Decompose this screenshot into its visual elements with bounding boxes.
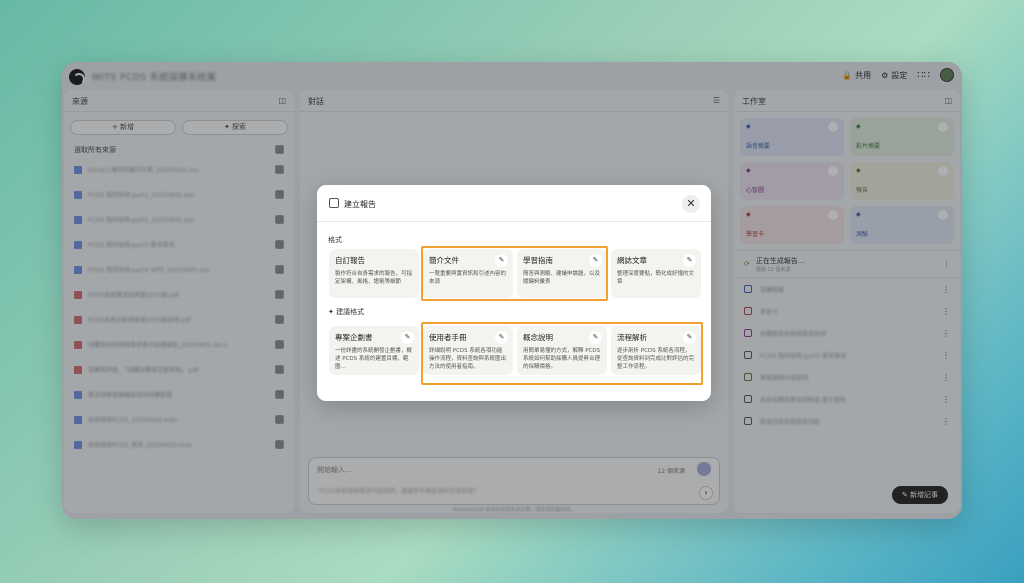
magic-wand-icon: ✦ xyxy=(328,308,334,316)
create-report-dialog: 建立報告 ✕ 格式 ✦ 建議格式 自訂報告製作符合自身需求的報告，可指定架構、風… xyxy=(317,185,711,401)
pencil-icon[interactable]: ✎ xyxy=(683,254,696,267)
pencil-icon[interactable]: ✎ xyxy=(401,331,414,344)
card-title: 自訂報告 xyxy=(335,256,365,265)
card-description: 一份詳盡的系統開發企劃書，概述 PCDS 系統的建置目標、範圍... xyxy=(335,348,413,370)
report-icon xyxy=(329,198,339,208)
suggested-formats-label: ✦ 建議格式 xyxy=(328,308,365,316)
card-description: 製作符合自身需求的報告，可指定架構、風格、語氣等細節 xyxy=(335,271,413,285)
close-button[interactable]: ✕ xyxy=(682,195,700,213)
report-format-card[interactable]: 網誌文章 整理深度要點，簡化成好懂的文章 ✎ xyxy=(611,249,701,298)
highlight-box xyxy=(421,322,703,385)
report-format-card[interactable]: 自訂報告製作符合自身需求的報告，可指定架構、風格、語氣等細節 xyxy=(329,249,419,298)
highlight-box xyxy=(421,246,608,301)
report-format-card[interactable]: 專案企劃書 一份詳盡的系統開發企劃書，概述 PCDS 系統的建置目標、範圍... ✎ xyxy=(329,326,419,375)
dialog-title: 建立報告 xyxy=(344,200,376,209)
formats-label: 格式 xyxy=(328,236,342,244)
card-description: 整理深度要點，簡化成好懂的文章 xyxy=(617,271,695,285)
